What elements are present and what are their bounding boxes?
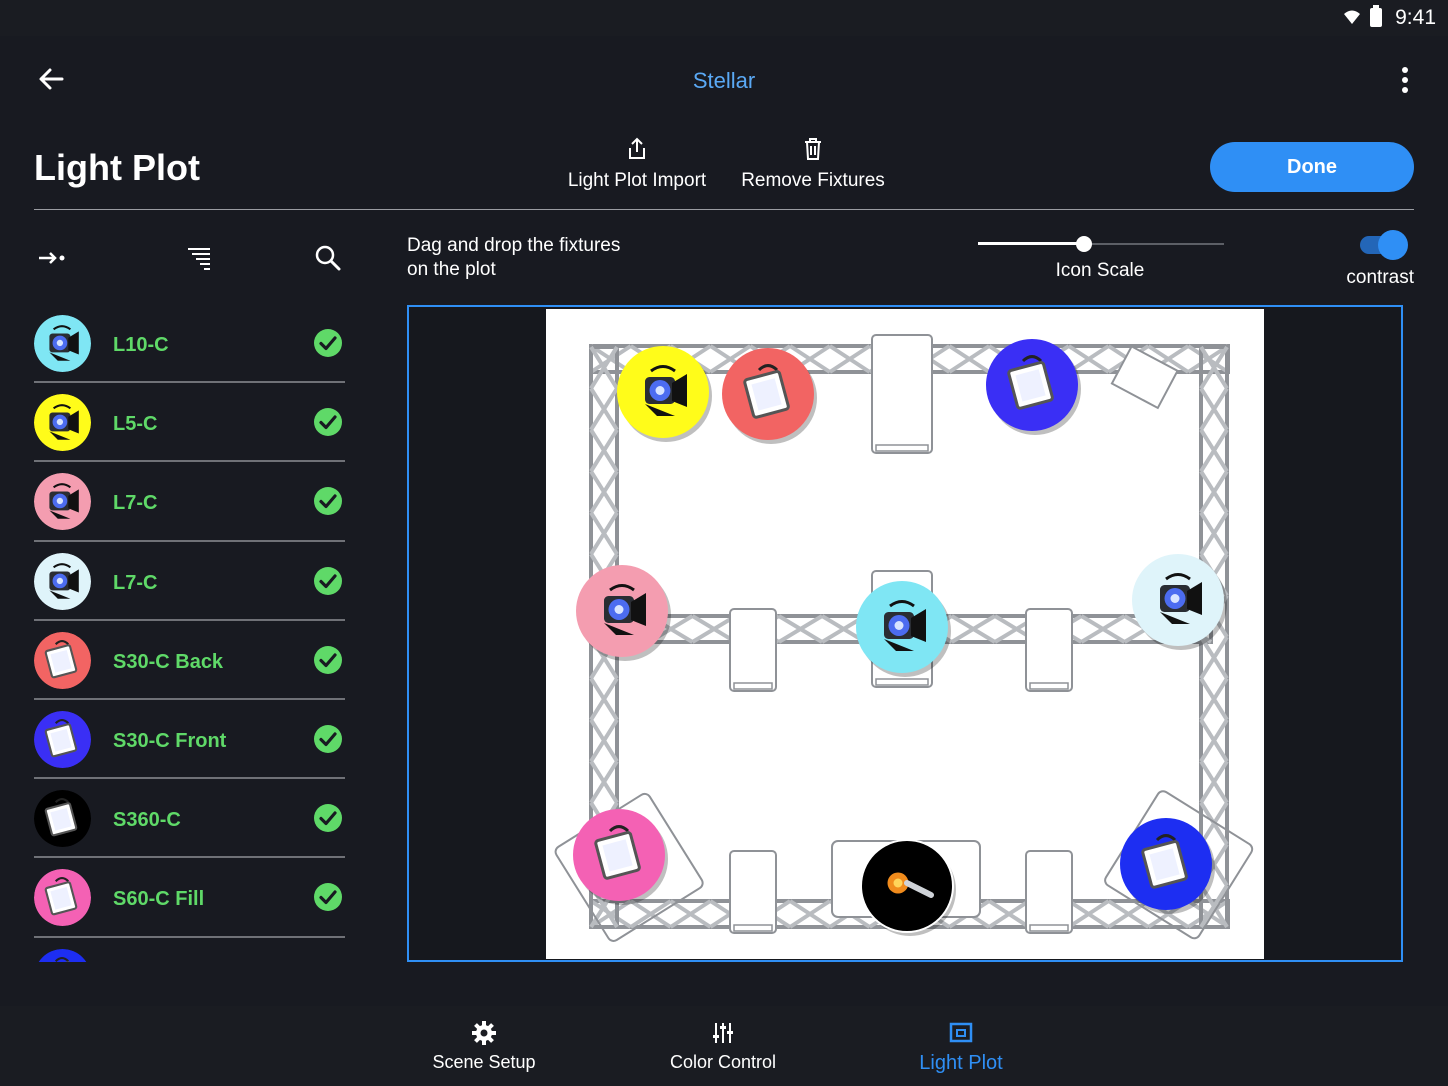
more-vert-icon[interactable]: [1396, 66, 1414, 94]
check-circle-icon: [314, 566, 342, 595]
app-bar: Stellar: [0, 36, 1448, 126]
icon-scale-slider[interactable]: [978, 232, 1224, 256]
soft-panel-light-icon: [34, 631, 91, 689]
import-label: Light Plot Import: [567, 170, 707, 191]
fresnel-light-icon: [34, 552, 91, 610]
fixture-list-item[interactable]: L7-C: [34, 542, 345, 621]
check-circle-icon: [314, 408, 342, 437]
plot-fixture-marker[interactable]: [1132, 554, 1227, 650]
light-plot-area[interactable]: [407, 305, 1403, 962]
sidebar-tools: [34, 240, 345, 276]
fresnel-light-icon: [34, 473, 91, 531]
fixture-list[interactable]: L10-C L5-C L7-C L7-C S30-C Back S30-C Front S3…: [34, 304, 345, 962]
fixture-name: S30-C Front: [113, 729, 227, 752]
soft-panel-light-icon: [34, 869, 91, 927]
sort-icon[interactable]: [184, 242, 216, 274]
nav-light-plot[interactable]: Light Plot: [876, 1020, 1046, 1075]
fixture-name: S360-C: [113, 809, 181, 832]
remove-fixtures-button[interactable]: Remove Fixtures: [736, 136, 890, 192]
soft-panel-light-icon: [34, 710, 91, 768]
plot-fixture-marker[interactable]: [573, 809, 668, 905]
search-icon[interactable]: [312, 242, 344, 274]
nav-scene-setup[interactable]: Scene Setup: [399, 1020, 569, 1073]
fixture-name: L10-C: [113, 334, 169, 356]
fixture-name: S60-C Fill: [113, 888, 205, 911]
contrast-label: contrast: [1346, 267, 1414, 288]
fixture-list-item[interactable]: S60-C Fill: [34, 858, 345, 938]
remove-label: Remove Fixtures: [741, 170, 885, 191]
fixture-list-item[interactable]: S30-C Back: [34, 621, 345, 700]
check-circle-icon: [314, 329, 342, 357]
plot-fixture-marker[interactable]: [986, 339, 1081, 435]
gear-icon: [472, 1021, 496, 1045]
page-title: Light Plot: [34, 147, 200, 188]
status-time: 9:41: [1395, 6, 1436, 29]
fixture-list-item[interactable]: S30-C Front: [34, 700, 345, 780]
check-circle-icon: [314, 804, 342, 833]
nav-scene-label: Scene Setup: [432, 1052, 536, 1072]
check-circle-icon: [314, 487, 342, 516]
check-circle-icon: [313, 962, 343, 963]
trash-icon: [805, 138, 821, 160]
app-title: Stellar: [692, 68, 756, 93]
light-plot-icon: [949, 1022, 973, 1043]
check-circle-icon: [314, 645, 342, 674]
fixture-list-item[interactable]: [34, 938, 345, 963]
plot-fixture-marker[interactable]: [856, 581, 951, 677]
slider-fill: [978, 242, 1084, 245]
nav-plot-label: Light Plot: [919, 1052, 1003, 1074]
fixture-list-item[interactable]: S360-C: [34, 779, 345, 859]
fixture-list-item[interactable]: L7-C: [34, 462, 345, 542]
drag-hint-text: Dag and drop the fixtures on the plot: [407, 235, 621, 280]
nav-color-control[interactable]: Color Control: [638, 1020, 808, 1073]
soft-panel-light-icon: [38, 948, 87, 962]
share-upload-icon: [629, 137, 645, 159]
light-plot-import-button[interactable]: Light Plot Import: [556, 136, 718, 192]
check-circle-icon: [314, 883, 342, 912]
check-circle-icon: [314, 724, 342, 753]
fixture-name: L5-C: [113, 413, 158, 436]
done-button[interactable]: Done: [1210, 142, 1414, 192]
fixture-name: L7-C: [113, 492, 158, 515]
nav-color-label: Color Control: [669, 1052, 777, 1072]
contrast-toggle[interactable]: [1360, 230, 1408, 260]
fixture-name: L7-C: [113, 571, 158, 594]
status-bar: 9:41: [0, 0, 1448, 36]
sliders-icon: [713, 1023, 733, 1043]
fixture-name: S30-C Back: [113, 650, 224, 673]
icon-scale-label: Icon Scale: [1055, 260, 1145, 281]
fixture-list-item[interactable]: L5-C: [34, 383, 345, 463]
battery-icon: [1370, 5, 1382, 27]
soft-panel-light-icon: [34, 790, 91, 848]
plot-canvas[interactable]: [546, 309, 1264, 959]
slider-thumb[interactable]: [1075, 236, 1092, 252]
wifi-icon: [1344, 10, 1360, 24]
fresnel-light-icon: [34, 394, 91, 452]
fresnel-light-icon: [34, 315, 91, 372]
arrow-right-dot-icon[interactable]: [36, 242, 68, 274]
toggle-thumb: [1378, 230, 1408, 260]
fixture-list-item[interactable]: L10-C: [34, 304, 345, 384]
bottom-nav: Scene Setup Color Control Light Plot: [0, 1006, 1448, 1086]
plot-fixture-marker[interactable]: [617, 346, 712, 442]
truss-diagram: [554, 334, 1254, 942]
header-divider: [34, 209, 1414, 210]
